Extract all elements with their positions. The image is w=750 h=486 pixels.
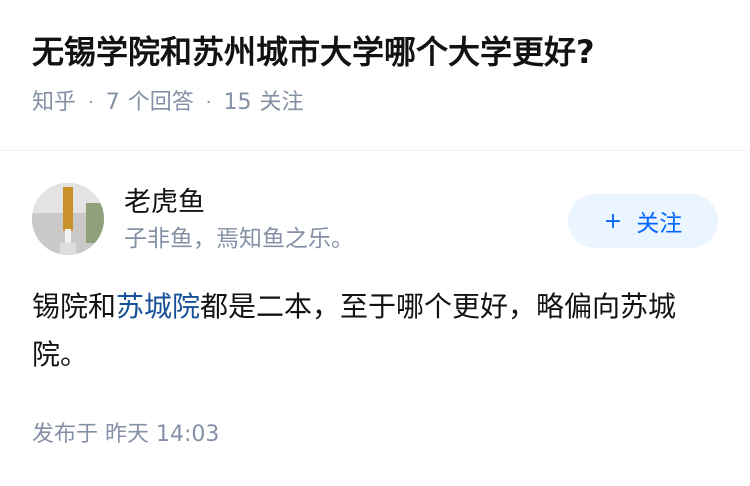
answer-content: 锡院和苏城院都是二本，至于哪个更好，略偏向苏城院。 <box>32 283 704 379</box>
author-info: 老虎鱼 子非鱼，焉知鱼之乐。 <box>124 185 354 255</box>
content-link[interactable]: 苏城院 <box>116 290 200 323</box>
follow-button[interactable]: + 关注 <box>568 194 718 248</box>
post-time-value: 昨天 14:03 <box>105 422 220 447</box>
avatar-image <box>32 183 104 255</box>
answer-card: 老虎鱼 子非鱼，焉知鱼之乐。 + 关注 锡院和苏城院都是二本，至于哪个更好，略偏… <box>32 183 718 379</box>
author-row: 老虎鱼 子非鱼，焉知鱼之乐。 + 关注 <box>32 183 718 263</box>
plus-icon: + <box>603 208 623 234</box>
question-header: 无锡学院和苏州城市大学哪个大学更好? 知乎 · 7 个回答 · 15 关注 <box>32 30 718 118</box>
answer-text-part: 锡院和 <box>32 290 117 323</box>
separator-dot: · <box>205 92 212 113</box>
author-bio: 子非鱼，焉知鱼之乐。 <box>124 226 354 252</box>
follow-count: 15 <box>223 90 252 115</box>
separator-dot: · <box>88 92 94 113</box>
follow-button-label: 关注 <box>636 211 683 237</box>
question-page: 无锡学院和苏州城市大学哪个大学更好? 知乎 · 7 个回答 · 15 关注 老虎… <box>0 0 750 486</box>
answer-count-label: 个回答 <box>127 90 194 115</box>
avatar[interactable] <box>32 183 104 255</box>
divider <box>0 150 750 151</box>
post-time-prefix: 发布于 <box>32 422 99 447</box>
question-meta: 知乎 · 7 个回答 · 15 关注 <box>32 88 718 118</box>
source-label[interactable]: 知乎 <box>32 88 76 118</box>
question-title[interactable]: 无锡学院和苏州城市大学哪个大学更好? <box>32 30 718 74</box>
answer-count: 7 <box>105 90 120 115</box>
author-name[interactable]: 老虎鱼 <box>124 185 354 221</box>
follow-count-label: 关注 <box>259 90 304 115</box>
post-time: 发布于 昨天 14:03 <box>32 420 219 450</box>
